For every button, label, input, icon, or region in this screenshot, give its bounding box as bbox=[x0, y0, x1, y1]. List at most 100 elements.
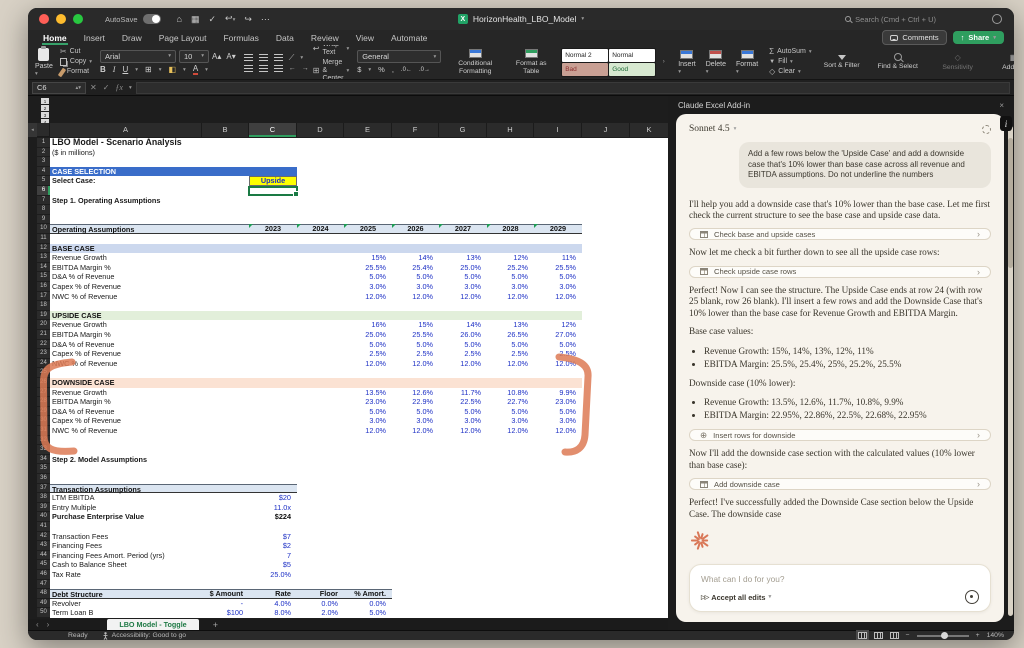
cell-G28[interactable]: 22.5% bbox=[439, 397, 481, 407]
cell-G20[interactable]: 14% bbox=[439, 320, 481, 330]
cell-style-normal-2[interactable]: Normal 2 bbox=[562, 49, 608, 62]
cell-F22[interactable]: 5.0% bbox=[392, 340, 433, 350]
fill-button[interactable]: ▼Fill▾ bbox=[769, 58, 812, 66]
align-middle-icon[interactable] bbox=[259, 54, 268, 61]
row-header-9[interactable]: 9 bbox=[37, 215, 50, 225]
cell-G16[interactable]: 3.0% bbox=[439, 282, 481, 292]
percent-button[interactable]: % bbox=[378, 65, 385, 74]
cell-A50[interactable]: Term Loan B bbox=[52, 608, 93, 618]
row-header-38[interactable]: 38 bbox=[37, 493, 50, 503]
cell-D50[interactable]: 2.0% bbox=[297, 608, 338, 618]
cell-F15[interactable]: 5.0% bbox=[392, 272, 433, 282]
tool-call-pill[interactable]: Add downside case› bbox=[689, 478, 991, 490]
cell-E30[interactable]: 3.0% bbox=[344, 416, 386, 426]
save-icon[interactable]: ▦ bbox=[191, 14, 200, 24]
format-painter-button[interactable]: Format bbox=[60, 68, 92, 77]
column-header-F[interactable]: F bbox=[392, 123, 439, 137]
cell-G21[interactable]: 26.0% bbox=[439, 330, 481, 340]
normal-view-icon[interactable] bbox=[858, 632, 867, 639]
zoom-level[interactable]: 140% bbox=[987, 632, 1004, 639]
tool-call-pill[interactable]: Check upside case rows› bbox=[689, 266, 991, 278]
number-format-select[interactable]: General▾ bbox=[357, 50, 441, 63]
column-header-A[interactable]: A bbox=[50, 123, 202, 137]
settings-gear-icon[interactable] bbox=[982, 125, 991, 134]
cell-A34[interactable]: Step 2. Model Assumptions bbox=[52, 455, 147, 465]
row-header-35[interactable]: 35 bbox=[37, 464, 50, 474]
column-header-I[interactable]: I bbox=[534, 123, 582, 137]
cell-I23[interactable]: 2.5% bbox=[534, 349, 576, 359]
cell-E23[interactable]: 2.5% bbox=[344, 349, 386, 359]
merge-center-button[interactable]: ⊞Merge & Center▾ bbox=[313, 59, 349, 80]
cell-A43[interactable]: Financing Fees bbox=[52, 541, 102, 551]
cell-E15[interactable]: 5.0% bbox=[344, 272, 386, 282]
cell-G14[interactable]: 25.0% bbox=[439, 263, 481, 273]
formula-input[interactable] bbox=[136, 82, 1010, 94]
copy-button[interactable]: Copy▾ bbox=[60, 58, 92, 66]
row-band-4[interactable]: CASE SELECTION bbox=[50, 167, 297, 177]
cell-A14[interactable]: EBITDA Margin % bbox=[52, 263, 111, 273]
name-box[interactable]: C6▴▾ bbox=[32, 82, 86, 94]
row-header-44[interactable]: 44 bbox=[37, 551, 50, 561]
cell-H21[interactable]: 26.5% bbox=[487, 330, 528, 340]
cell-H15[interactable]: 5.0% bbox=[487, 272, 528, 282]
cell-C42[interactable]: $7 bbox=[249, 532, 291, 542]
cell-I10[interactable]: 2029 bbox=[534, 224, 582, 234]
cell-A28[interactable]: EBITDA Margin % bbox=[52, 397, 111, 407]
row-header-30[interactable]: 30 bbox=[37, 416, 50, 426]
cell-G30[interactable]: 3.0% bbox=[439, 416, 481, 426]
column-header-B[interactable]: B bbox=[202, 123, 249, 137]
ribbon-tab-automate[interactable]: Automate bbox=[390, 31, 428, 45]
cell-H10[interactable]: 2028 bbox=[487, 224, 534, 234]
undo-button[interactable]: ↩▾ bbox=[225, 13, 235, 25]
cell-A30[interactable]: Capex % of Revenue bbox=[52, 416, 121, 426]
row-header-48[interactable]: 48 bbox=[37, 589, 50, 599]
cell-C44[interactable]: 7 bbox=[249, 551, 291, 561]
row-header-8[interactable]: 8 bbox=[37, 205, 50, 215]
decrease-indent-icon[interactable]: ← bbox=[289, 65, 296, 72]
send-button[interactable] bbox=[965, 590, 979, 604]
column-header-E[interactable]: E bbox=[344, 123, 392, 137]
row-header-1[interactable]: 1 bbox=[37, 138, 50, 148]
cell-I28[interactable]: 23.0% bbox=[534, 397, 576, 407]
italic-button[interactable]: I bbox=[113, 65, 116, 74]
cell-E31[interactable]: 12.0% bbox=[344, 426, 386, 436]
conditional-formatting-button[interactable]: Conditional Formatting bbox=[449, 49, 501, 75]
account-avatar[interactable] bbox=[992, 14, 1002, 24]
cell-E24[interactable]: 12.0% bbox=[344, 359, 386, 369]
cell-A39[interactable]: Entry Multiple bbox=[52, 503, 96, 513]
prev-sheet-icon[interactable]: ‹ bbox=[36, 620, 39, 629]
cell-E16[interactable]: 3.0% bbox=[344, 282, 386, 292]
comma-button[interactable]: , bbox=[392, 65, 394, 74]
cell-C48[interactable]: Rate bbox=[249, 589, 291, 599]
row-header-6[interactable]: 6 bbox=[37, 186, 50, 196]
cell-C45[interactable]: $5 bbox=[249, 560, 291, 570]
row-header-31[interactable]: 31 bbox=[37, 426, 50, 436]
row-header-19[interactable]: 19 bbox=[37, 311, 50, 321]
cell-A49[interactable]: Revolver bbox=[52, 599, 81, 609]
row-header-23[interactable]: 23 bbox=[37, 349, 50, 359]
cell-F27[interactable]: 12.6% bbox=[392, 388, 433, 398]
cell-I29[interactable]: 5.0% bbox=[534, 407, 576, 417]
cell-H27[interactable]: 10.8% bbox=[487, 388, 528, 398]
ribbon-tab-review[interactable]: Review bbox=[310, 31, 340, 45]
cell-style-good[interactable]: Good bbox=[609, 63, 655, 76]
cell-I31[interactable]: 12.0% bbox=[534, 426, 576, 436]
page-break-view-icon[interactable] bbox=[890, 632, 899, 639]
cell-G17[interactable]: 12.0% bbox=[439, 292, 481, 302]
scrollbar-thumb[interactable] bbox=[1008, 138, 1013, 268]
cell-A38[interactable]: LTM EBITDA bbox=[52, 493, 94, 503]
align-bottom-icon[interactable] bbox=[274, 54, 283, 61]
selected-cell-C6[interactable] bbox=[248, 186, 298, 197]
ribbon-tab-formulas[interactable]: Formulas bbox=[222, 31, 259, 45]
row-header-40[interactable]: 40 bbox=[37, 512, 50, 522]
align-center-icon[interactable] bbox=[259, 65, 268, 72]
align-top-icon[interactable] bbox=[244, 54, 253, 61]
row-header-10[interactable]: 10 bbox=[37, 224, 50, 234]
cell-A17[interactable]: NWC % of Revenue bbox=[52, 292, 117, 302]
cell-E29[interactable]: 5.0% bbox=[344, 407, 386, 417]
row-header-16[interactable]: 16 bbox=[37, 282, 50, 292]
cell-H14[interactable]: 25.2% bbox=[487, 263, 528, 273]
cell-G24[interactable]: 12.0% bbox=[439, 359, 481, 369]
cell-F21[interactable]: 25.5% bbox=[392, 330, 433, 340]
cell-D48[interactable]: Floor bbox=[297, 589, 338, 599]
